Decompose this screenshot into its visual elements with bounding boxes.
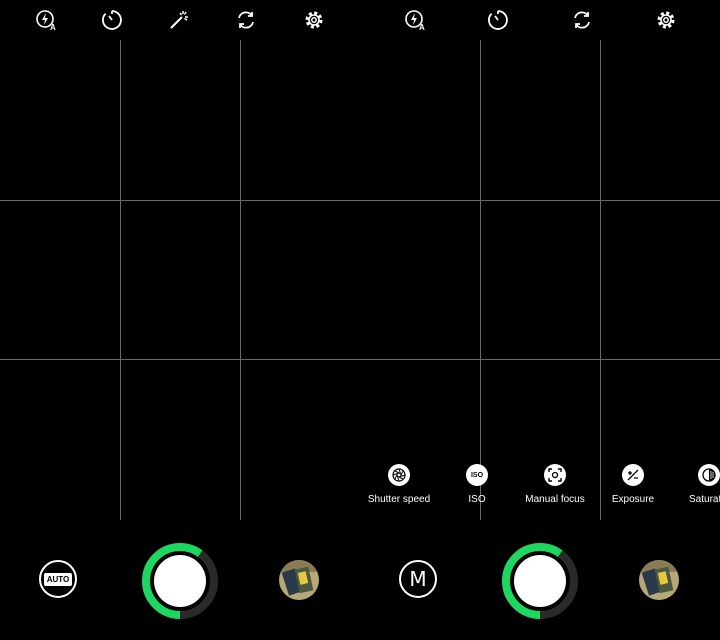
gallery-thumbnail[interactable] <box>639 560 679 600</box>
grid-line-horizontal <box>0 359 360 360</box>
grid-line-horizontal <box>0 200 360 201</box>
aperture-icon <box>388 464 410 486</box>
gallery-thumbnail[interactable] <box>279 560 319 600</box>
settings-icon[interactable] <box>654 8 678 32</box>
manual-control-manual-focus[interactable]: Manual focus <box>510 464 600 505</box>
magic-wand-icon[interactable] <box>167 8 191 32</box>
auto-mode-badge: AUTO <box>43 572 73 586</box>
grid-line-vertical <box>600 40 601 520</box>
manual-control-label: Manual focus <box>525 494 585 505</box>
manual-control-label: Saturation <box>689 494 720 505</box>
switch-camera-icon[interactable] <box>234 8 258 32</box>
grid-line-vertical <box>480 40 481 520</box>
flash-auto-icon[interactable]: A <box>403 8 427 32</box>
manual-mode-letter: M <box>409 567 427 591</box>
manual-control-label: ISO <box>468 494 486 505</box>
flash-auto-icon[interactable]: A <box>34 8 58 32</box>
focus-icon <box>544 464 566 486</box>
grid-line-horizontal <box>360 359 720 360</box>
top-toolbar: A <box>0 0 360 40</box>
settings-icon[interactable] <box>302 8 326 32</box>
grid-line-vertical <box>240 40 241 520</box>
camera-screen-auto: A AUTO <box>0 0 360 640</box>
saturation-icon <box>698 464 720 486</box>
svg-text:A: A <box>419 23 425 32</box>
camera-screen-manual: A Shutter speed ISO ISO Manual focus Exp… <box>360 0 720 640</box>
svg-text:A: A <box>50 23 56 32</box>
grid-line-horizontal <box>360 200 720 201</box>
shutter-button[interactable] <box>500 541 580 621</box>
shutter-core <box>514 555 566 607</box>
manual-control-saturation[interactable]: Saturation <box>664 464 720 505</box>
mode-button[interactable]: M <box>399 560 437 598</box>
switch-camera-icon[interactable] <box>570 8 594 32</box>
mode-button[interactable]: AUTO <box>39 560 77 598</box>
shutter-core <box>154 555 206 607</box>
manual-control-iso[interactable]: ISO ISO <box>432 464 522 505</box>
iso-icon: ISO <box>466 464 488 486</box>
timer-icon[interactable] <box>486 8 510 32</box>
top-toolbar: A <box>360 0 720 40</box>
grid-line-vertical <box>120 40 121 520</box>
timer-icon[interactable] <box>100 8 124 32</box>
shutter-button[interactable] <box>140 541 220 621</box>
exposure-icon <box>622 464 644 486</box>
iso-badge: ISO <box>470 471 484 479</box>
